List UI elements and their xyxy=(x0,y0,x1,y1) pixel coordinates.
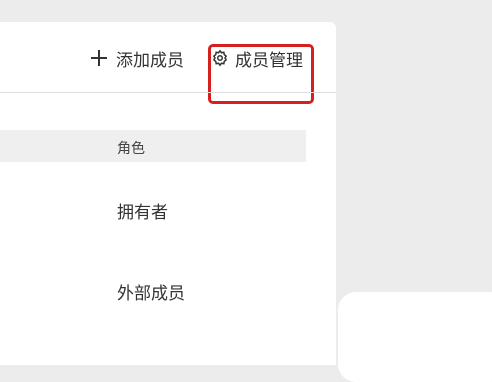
table-header xyxy=(0,130,306,162)
table-row-role: 拥有者 xyxy=(117,203,168,223)
role-column-header: 角色 xyxy=(117,141,145,157)
toolbar-divider xyxy=(0,92,336,93)
gear-icon xyxy=(211,49,229,67)
add-member-button[interactable]: 添加成员 xyxy=(90,46,184,71)
manage-members-button[interactable]: 成员管理 xyxy=(211,46,303,71)
plus-icon xyxy=(90,49,108,67)
side-card xyxy=(338,292,492,382)
add-member-label: 添加成员 xyxy=(116,50,184,71)
members-panel: 添加成员 成员管理 角色 拥有者 外部成员 xyxy=(0,22,336,365)
table-row-role: 外部成员 xyxy=(117,284,185,304)
manage-members-label: 成员管理 xyxy=(235,50,303,71)
